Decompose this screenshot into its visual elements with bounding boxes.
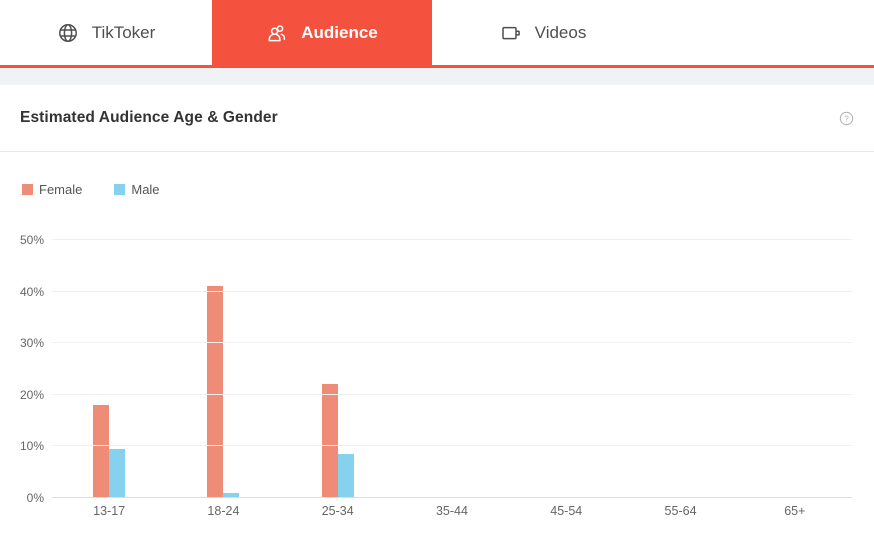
x-tick-13-17: 13-17 xyxy=(52,504,166,518)
tab-bar: TikToker Audience Videos xyxy=(0,0,874,65)
x-axis-labels: 13-1718-2425-3435-4445-5455-6465+ xyxy=(52,504,852,518)
legend-label: Female xyxy=(39,182,82,197)
people-icon xyxy=(266,22,288,44)
tab-label: TikToker xyxy=(92,23,156,43)
bar-female-25-34[interactable] xyxy=(322,384,338,498)
svg-text:?: ? xyxy=(844,113,849,123)
audience-panel: Estimated Audience Age & Gender ? Female… xyxy=(0,85,874,518)
y-tick-40%: 40% xyxy=(0,285,44,299)
legend-item-female[interactable]: Female xyxy=(22,182,82,197)
bar-male-25-34[interactable] xyxy=(338,454,354,498)
video-camera-icon xyxy=(500,22,522,44)
chart-legend: Female Male xyxy=(22,182,874,197)
male-swatch xyxy=(114,184,125,195)
bar-male-13-17[interactable] xyxy=(109,449,125,498)
tab-videos[interactable]: Videos xyxy=(432,0,654,65)
gridline-20% xyxy=(52,394,852,395)
bar-group-45-54 xyxy=(509,240,623,498)
page-background-band xyxy=(0,68,874,85)
bar-group-35-44 xyxy=(395,240,509,498)
tab-label: Audience xyxy=(301,23,378,43)
legend-label: Male xyxy=(131,182,159,197)
gridline-30% xyxy=(52,342,852,343)
x-tick-55-64: 55-64 xyxy=(623,504,737,518)
question-circle-icon[interactable]: ? xyxy=(839,111,854,126)
y-tick-20%: 20% xyxy=(0,388,44,402)
gridline-10% xyxy=(52,445,852,446)
x-tick-65+: 65+ xyxy=(738,504,852,518)
bar-group-13-17 xyxy=(52,240,166,498)
legend-item-male[interactable]: Male xyxy=(114,182,159,197)
y-tick-50%: 50% xyxy=(0,233,44,247)
y-tick-10%: 10% xyxy=(0,439,44,453)
age-gender-bar-chart: 0%10%20%30%40%50% xyxy=(0,240,874,498)
bar-female-18-24[interactable] xyxy=(207,286,223,498)
x-tick-35-44: 35-44 xyxy=(395,504,509,518)
gridline-40% xyxy=(52,291,852,292)
tab-tiktoker[interactable]: TikToker xyxy=(0,0,212,65)
bar-female-13-17[interactable] xyxy=(93,405,109,498)
female-swatch xyxy=(22,184,33,195)
tab-label: Videos xyxy=(535,23,587,43)
bar-group-25-34 xyxy=(281,240,395,498)
y-tick-0%: 0% xyxy=(0,491,44,505)
y-tick-30%: 30% xyxy=(0,336,44,350)
x-tick-45-54: 45-54 xyxy=(509,504,623,518)
panel-title: Estimated Audience Age & Gender xyxy=(20,109,278,127)
x-axis-line xyxy=(52,497,852,498)
panel-header: Estimated Audience Age & Gender ? xyxy=(0,85,874,152)
x-tick-25-34: 25-34 xyxy=(281,504,395,518)
tab-audience[interactable]: Audience xyxy=(212,0,432,65)
bar-group-18-24 xyxy=(166,240,280,498)
bar-group-65+ xyxy=(738,240,852,498)
globe-icon xyxy=(57,22,79,44)
gridline-50% xyxy=(52,239,852,240)
chart-plot-area xyxy=(52,240,852,498)
bar-group-55-64 xyxy=(623,240,737,498)
x-tick-18-24: 18-24 xyxy=(166,504,280,518)
